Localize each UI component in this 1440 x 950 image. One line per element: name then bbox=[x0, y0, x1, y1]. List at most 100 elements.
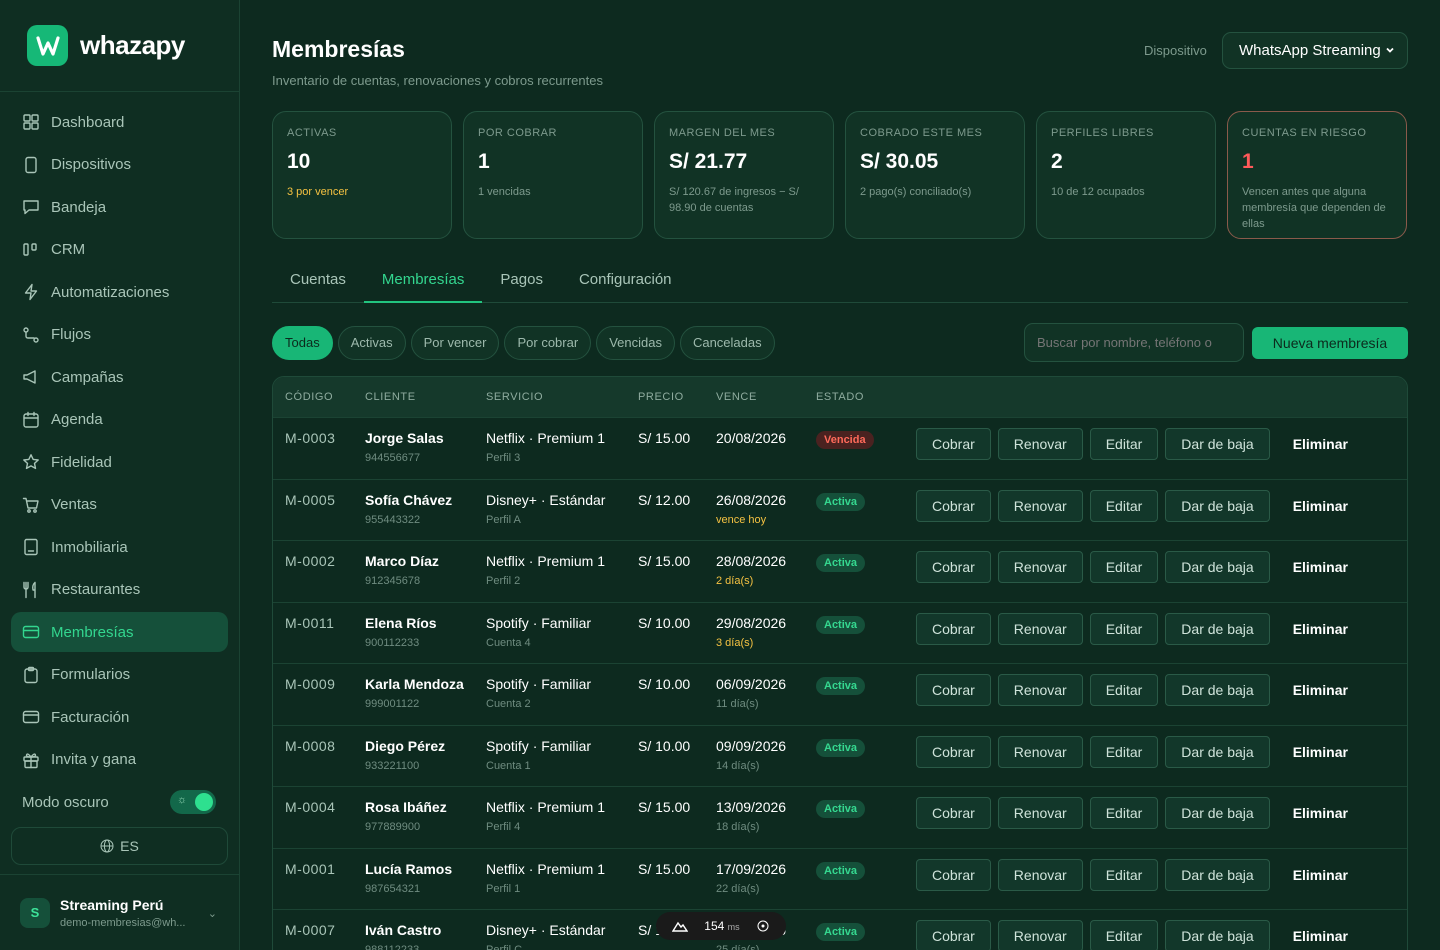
cancel-membership-button[interactable]: Dar de baja bbox=[1165, 551, 1270, 583]
sidebar-item-membresias[interactable]: Membresías bbox=[11, 612, 228, 652]
renew-button[interactable]: Renovar bbox=[997, 612, 1083, 645]
renew-button[interactable]: Renovar bbox=[997, 489, 1083, 522]
cancel-membership-button[interactable]: Dar de baja bbox=[1165, 858, 1270, 891]
renew-button[interactable]: Renovar bbox=[997, 797, 1083, 829]
sidebar-item-restaurantes[interactable]: Restaurantes bbox=[11, 570, 228, 610]
edit-button[interactable]: Editar bbox=[1089, 551, 1159, 583]
sidebar-item-invita-y-gana[interactable]: Invita y gana bbox=[11, 740, 228, 780]
renew-button[interactable]: Renovar bbox=[997, 428, 1083, 460]
language-button[interactable]: ES bbox=[11, 827, 228, 865]
filter-chip[interactable]: Activas bbox=[337, 326, 406, 360]
delete-button[interactable]: Eliminar bbox=[1277, 490, 1364, 522]
sidebar-item-facturacion[interactable]: Facturación bbox=[11, 697, 228, 737]
tab-configuracion[interactable]: Configuración bbox=[561, 262, 690, 303]
delete-button[interactable]: Eliminar bbox=[1277, 613, 1364, 645]
stat-value: 1 bbox=[478, 150, 490, 173]
row-client[interactable]: Sofía Chávez 955443322 bbox=[365, 492, 452, 526]
sidebar-item-campanas[interactable]: Campañas bbox=[11, 357, 228, 397]
delete-button[interactable]: Eliminar bbox=[1277, 859, 1364, 891]
sidebar-item-label: CRM bbox=[51, 241, 86, 258]
search-input[interactable] bbox=[1024, 323, 1244, 362]
cancel-membership-button[interactable]: Dar de baja bbox=[1165, 674, 1270, 706]
delete-button[interactable]: Eliminar bbox=[1277, 797, 1364, 829]
cancel-membership-button[interactable]: Dar de baja bbox=[1165, 612, 1270, 645]
charge-button[interactable]: Cobrar bbox=[916, 551, 991, 583]
edit-button[interactable]: Editar bbox=[1089, 858, 1159, 891]
utensils-icon bbox=[23, 581, 36, 598]
charge-button[interactable]: Cobrar bbox=[916, 674, 991, 706]
sidebar-item-dispositivos[interactable]: Dispositivos bbox=[11, 145, 228, 185]
table-row: M-0011 Elena Ríos 900112233 Spotify · Famil… bbox=[273, 601, 1407, 664]
row-client[interactable]: Karla Mendoza 999001122 bbox=[365, 676, 464, 710]
sidebar-item-dashboard[interactable]: Dashboard bbox=[11, 102, 228, 142]
column-header: ESTADO bbox=[816, 391, 865, 403]
renew-button[interactable]: Renovar bbox=[997, 920, 1083, 950]
edit-button[interactable]: Editar bbox=[1089, 612, 1159, 645]
filter-chip[interactable]: Por vencer bbox=[410, 326, 500, 360]
sidebar-item-automatizaciones[interactable]: Automatizaciones bbox=[11, 272, 228, 312]
sidebar-item-flujos[interactable]: Flujos bbox=[11, 315, 228, 355]
sidebar-item-bandeja[interactable]: Bandeja bbox=[11, 187, 228, 227]
tab-cuentas[interactable]: Cuentas bbox=[272, 262, 364, 303]
renew-button[interactable]: Renovar bbox=[997, 858, 1083, 891]
sidebar-item-agenda[interactable]: Agenda bbox=[11, 400, 228, 440]
megaphone-icon bbox=[23, 370, 36, 384]
delete-button[interactable]: Eliminar bbox=[1277, 736, 1364, 768]
status-badge: Activa bbox=[816, 861, 866, 880]
charge-button[interactable]: Cobrar bbox=[916, 797, 991, 829]
bolt-icon bbox=[24, 283, 38, 301]
delete-button[interactable]: Eliminar bbox=[1277, 920, 1364, 950]
cancel-membership-button[interactable]: Dar de baja bbox=[1165, 797, 1270, 829]
charge-button[interactable]: Cobrar bbox=[916, 612, 991, 645]
row-client[interactable]: Jorge Salas 944556677 bbox=[365, 430, 444, 464]
charge-button[interactable]: Cobrar bbox=[916, 858, 991, 891]
brand[interactable]: whazapy bbox=[0, 0, 239, 92]
charge-button[interactable]: Cobrar bbox=[916, 428, 991, 460]
edit-button[interactable]: Editar bbox=[1089, 489, 1159, 522]
tab-pagos[interactable]: Pagos bbox=[482, 262, 561, 303]
cancel-membership-button[interactable]: Dar de baja bbox=[1165, 735, 1270, 768]
filter-chip[interactable]: Todas bbox=[272, 326, 333, 360]
tab-membresias[interactable]: Membresías bbox=[363, 262, 483, 303]
cancel-membership-button[interactable]: Dar de baja bbox=[1165, 920, 1270, 950]
row-actions: Cobrar Renovar Editar Dar de baja Eliminar bbox=[916, 489, 1364, 522]
cancel-membership-button[interactable]: Dar de baja bbox=[1165, 489, 1270, 522]
row-client[interactable]: Lucía Ramos 987654321 bbox=[365, 861, 452, 895]
row-client[interactable]: Elena Ríos 900112233 bbox=[365, 615, 437, 649]
charge-button[interactable]: Cobrar bbox=[916, 735, 991, 768]
renew-button[interactable]: Renovar bbox=[997, 551, 1083, 583]
renew-button[interactable]: Renovar bbox=[997, 674, 1083, 706]
sidebar-item-fidelidad[interactable]: Fidelidad bbox=[11, 442, 228, 482]
renew-button[interactable]: Renovar bbox=[997, 735, 1083, 768]
filter-chip[interactable]: Vencidas bbox=[596, 326, 675, 360]
delete-button[interactable]: Eliminar bbox=[1277, 428, 1364, 460]
new-membership-button[interactable]: Nueva membresía bbox=[1252, 327, 1408, 359]
delete-button[interactable]: Eliminar bbox=[1277, 551, 1364, 583]
sidebar-item-ventas[interactable]: Ventas bbox=[11, 485, 228, 525]
charge-button[interactable]: Cobrar bbox=[916, 920, 991, 950]
sidebar-item-inmobiliaria[interactable]: Inmobiliaria bbox=[11, 527, 228, 567]
edit-button[interactable]: Editar bbox=[1089, 428, 1159, 460]
filter-chip[interactable]: Por cobrar bbox=[504, 326, 592, 360]
sidebar-item-formularios[interactable]: Formularios bbox=[11, 655, 228, 695]
row-client[interactable]: Iván Castro 988112233 bbox=[365, 922, 441, 950]
device-select[interactable]: WhatsApp Streaming bbox=[1222, 32, 1408, 69]
row-client[interactable]: Rosa Ibáñez 977889900 bbox=[365, 799, 447, 833]
filter-chip[interactable]: Canceladas bbox=[679, 326, 775, 360]
edit-button[interactable]: Editar bbox=[1089, 797, 1159, 829]
sidebar-item-crm[interactable]: CRM bbox=[11, 230, 228, 270]
account-switcher[interactable]: S Streaming Perú demo-membresias@wh... ⌄ bbox=[0, 874, 239, 950]
dark-mode-toggle[interactable]: ☼ bbox=[170, 790, 216, 814]
edit-button[interactable]: Editar bbox=[1089, 674, 1159, 706]
cancel-membership-button[interactable]: Dar de baja bbox=[1165, 428, 1270, 460]
delete-button[interactable]: Eliminar bbox=[1277, 674, 1364, 706]
row-due: 28/08/2026 2 día(s) bbox=[716, 553, 786, 587]
charge-button[interactable]: Cobrar bbox=[916, 489, 991, 522]
status-badge: Activa bbox=[816, 677, 866, 695]
edit-button[interactable]: Editar bbox=[1089, 735, 1159, 768]
edit-button[interactable]: Editar bbox=[1089, 920, 1159, 950]
client-phone: 987654321 bbox=[365, 882, 421, 895]
row-client[interactable]: Marco Díaz 912345678 bbox=[365, 553, 439, 587]
row-client[interactable]: Diego Pérez 933221100 bbox=[365, 738, 445, 772]
row-due: 29/08/2026 3 día(s) bbox=[716, 615, 786, 649]
